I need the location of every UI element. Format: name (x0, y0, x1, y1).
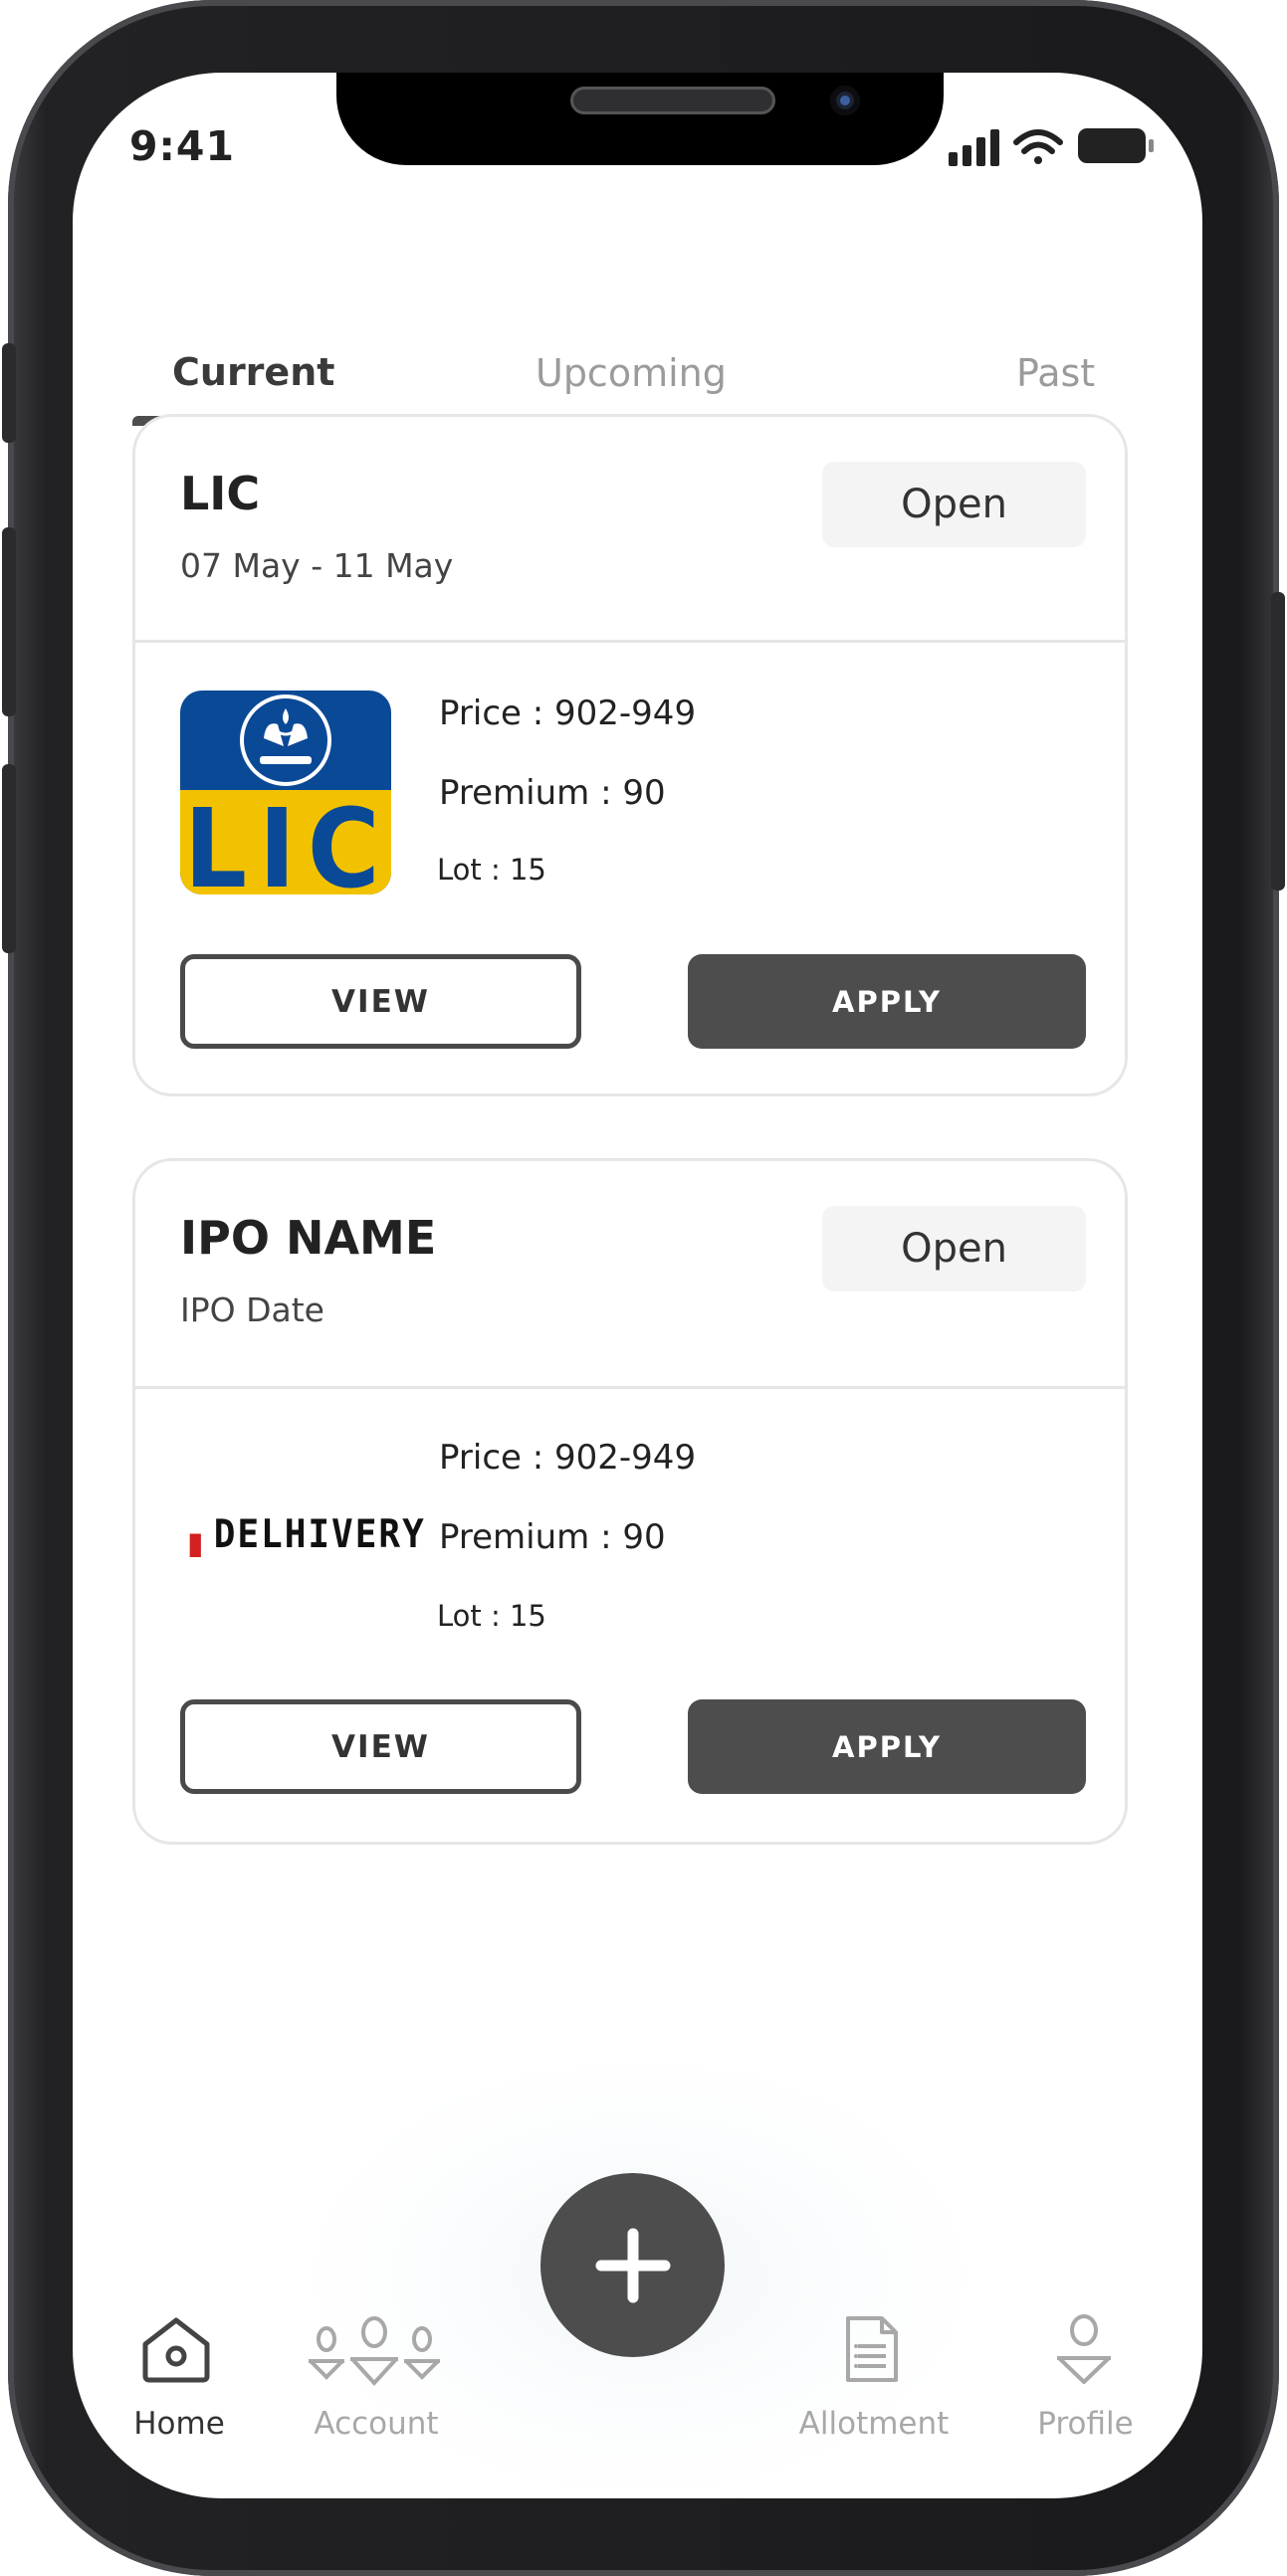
lic-logo-text: LIC (184, 785, 391, 894)
home-icon (142, 2317, 210, 2383)
card-divider (135, 640, 1125, 643)
add-fab-button[interactable] (540, 2173, 725, 2357)
nav-home[interactable] (139, 2314, 213, 2388)
battery-icon (1078, 128, 1154, 163)
nav-home-label: Home (133, 2406, 225, 2442)
users-icon (309, 2316, 440, 2386)
status-badge: Open (822, 462, 1086, 547)
volume-down-button (2, 764, 16, 953)
ipo-date: IPO Date (180, 1290, 324, 1329)
apply-button[interactable]: APPLY (688, 1699, 1086, 1794)
ipo-tabs: Current Upcoming Past (73, 262, 1202, 426)
card-divider (135, 1386, 1125, 1389)
nav-profile[interactable] (1053, 2314, 1115, 2388)
mute-switch (2, 343, 16, 443)
ipo-name: IPO NAME (180, 1211, 437, 1265)
ipo-lot: Lot : 15 (437, 1599, 546, 1633)
ipo-premium: Premium : 90 (439, 1517, 666, 1557)
power-button (1271, 592, 1285, 891)
tab-upcoming[interactable]: Upcoming (536, 351, 727, 395)
phone-screen: 9:41 Current Upcoming Past LIC 07 May - … (73, 73, 1202, 2498)
tab-current[interactable]: Current (172, 350, 334, 394)
tab-past[interactable]: Past (1016, 351, 1095, 395)
delhivery-logo-text: DELHIVERY (213, 1511, 426, 1558)
lic-logo: LIC (180, 691, 391, 894)
notch (336, 73, 944, 165)
status-time: 9:41 (129, 122, 235, 170)
apply-button[interactable]: APPLY (688, 954, 1086, 1049)
nav-account[interactable] (307, 2315, 442, 2393)
cellular-signal-icon (949, 129, 999, 166)
status-icons (949, 124, 1158, 178)
plus-icon (595, 2228, 670, 2302)
speaker-grille (570, 87, 775, 114)
wifi-icon (1013, 129, 1063, 164)
ipo-card: IPO NAME IPO Date Open ▖DELHIVERY Price … (132, 1158, 1128, 1845)
volume-up-button (2, 527, 16, 716)
status-badge: Open (822, 1206, 1086, 1291)
ipo-premium: Premium : 90 (439, 773, 666, 813)
lic-emblem-icon (240, 694, 331, 786)
document-icon (846, 2316, 898, 2382)
ipo-name: LIC (180, 467, 261, 520)
nav-profile-label: Profile (1037, 2406, 1134, 2442)
nav-allotment-label: Allotment (798, 2406, 950, 2442)
ipo-price: Price : 902-949 (439, 1438, 697, 1478)
delhivery-logo: ▖DELHIVERY (190, 1512, 426, 1557)
view-button[interactable]: VIEW (180, 954, 581, 1049)
ipo-card: LIC 07 May - 11 May Open LIC Price : 902… (132, 414, 1128, 1096)
user-icon (1057, 2314, 1111, 2385)
nav-account-label: Account (314, 2406, 439, 2442)
front-camera (830, 86, 860, 115)
ipo-date: 07 May - 11 May (180, 546, 454, 585)
nav-allotment[interactable] (844, 2314, 900, 2388)
ipo-lot: Lot : 15 (437, 853, 546, 887)
ipo-price: Price : 902-949 (439, 694, 697, 733)
delhivery-logo-mark: ▖ (190, 1511, 214, 1558)
view-button[interactable]: VIEW (180, 1699, 581, 1794)
